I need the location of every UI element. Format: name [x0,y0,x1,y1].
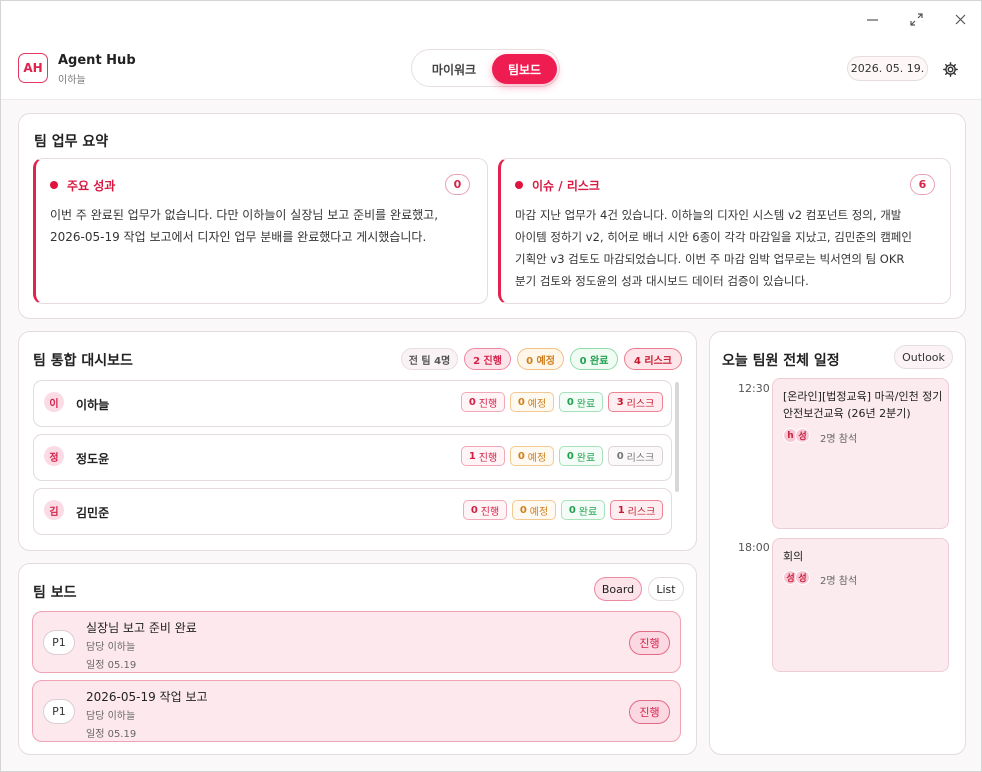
outlook-button[interactable]: Outlook [894,345,953,369]
member-row[interactable]: 정 정도윤 1 진행 0 예정 0 완료 0 리스크 [33,434,672,481]
event-attendees: 2명 참석 [820,434,858,445]
event-title: [온라인][법정교육] 마곡/인천 정기 안전보건교육 (26년 2분기) [783,390,943,420]
count-progress: 0 진행 [463,500,507,520]
task-due: 일정 05.19 [86,660,137,671]
achievements-panel: 주요 성과 0 이번 주 완료된 업무가 없습니다. 다만 이하늘이 실장님 보… [33,158,488,304]
member-name: 김민준 [76,506,110,520]
status-badge[interactable]: 진행 [629,700,670,724]
date-badge[interactable]: 2026. 05. 19. [847,56,928,81]
issues-panel: 이슈 / 리스크 6 마감 지난 업무가 4건 있습니다. 이하늘의 디자인 시… [498,158,951,304]
filter-planned[interactable]: 0 예정 [517,348,564,370]
task-owner: 담당 이하늘 [86,711,136,722]
count-done: 0 완료 [559,392,603,412]
issues-text: 마감 지난 업무가 4건 있습니다. 이하늘의 디자인 시스템 v2 컴포넌트 … [515,208,912,288]
tab-teamboard[interactable]: 팀보드 [492,54,557,84]
count-risk: 0 리스크 [608,446,663,466]
event-attendees: 2명 참석 [820,576,858,587]
gear-icon[interactable] [942,61,959,78]
achievements-count: 0 [445,174,470,195]
priority-badge: P1 [43,699,75,724]
achievements-text: 이번 주 완료된 업무가 없습니다. 다만 이하늘이 실장님 보고 준비를 완료… [50,208,439,244]
event-title: 회의 [783,550,804,563]
minimize-icon[interactable] [860,9,884,29]
team-schedule-card: 오늘 팀원 전체 일정 Outlook 12:30 [온라인][법정교육] 마곡… [709,331,966,755]
count-risk: 3 리스크 [608,392,663,412]
count-done: 0 완료 [561,500,605,520]
team-board-card: 팀 보드 Board List P1 실장님 보고 준비 완료 담당 이하늘 일… [18,563,697,755]
filter-progress[interactable]: 2 진행 [464,348,511,370]
issues-title: 이슈 / 리스크 [532,179,600,193]
event-card[interactable]: 회의 성 성 2명 참석 [772,538,949,672]
avatar: 김 [44,500,64,520]
app-window: AH Agent Hub 이하늘 마이워크 팀보드 2026. 05. 19. … [0,0,982,772]
count-done: 0 완료 [559,446,603,466]
status-badge[interactable]: 진행 [629,631,670,655]
task-due: 일정 05.19 [86,729,137,740]
event-time: 12:30 [738,382,770,395]
task-card[interactable]: P1 2026-05-19 작업 보고 담당 이하늘 일정 05.19 진행 [32,680,681,742]
team-dashboard-card: 팀 통합 대시보드 전 팀 4명 2 진행 0 예정 0 완료 4 리스크 이 … [18,331,697,551]
achievement-dot [50,181,58,189]
filter-team[interactable]: 전 팀 4명 [401,348,458,370]
avatar: 성 [795,428,810,443]
event-card[interactable]: [온라인][법정교육] 마곡/인천 정기 안전보건교육 (26년 2분기) h … [772,378,949,529]
avatar: 성 [795,570,810,585]
dashboard-title: 팀 통합 대시보드 [33,353,133,369]
user-name: 이하늘 [58,75,86,86]
member-row[interactable]: 김 김민준 0 진행 0 예정 0 완료 1 리스크 [33,488,672,535]
team-summary-card: 팀 업무 요약 주요 성과 0 이번 주 완료된 업무가 없습니다. 다만 이하… [18,113,966,319]
close-icon[interactable] [948,9,972,29]
summary-title: 팀 업무 요약 [34,134,109,150]
tab-mywork[interactable]: 마이워크 [420,56,488,82]
avatar: 이 [44,392,64,412]
count-progress: 1 진행 [461,446,505,466]
app-name: Agent Hub [58,53,136,68]
count-planned: 0 예정 [510,446,554,466]
issues-count: 6 [910,174,935,195]
app-logo: AH [18,53,48,83]
count-progress: 0 진행 [461,392,505,412]
task-title: 2026-05-19 작업 보고 [86,690,208,704]
achievements-title: 주요 성과 [67,179,116,193]
count-planned: 0 예정 [512,500,556,520]
title-bar [1,1,981,37]
view-switcher: 마이워크 팀보드 [411,49,560,87]
maximize-icon[interactable] [904,9,928,29]
event-time: 18:00 [738,541,770,554]
member-name: 이하늘 [76,398,110,412]
count-planned: 0 예정 [510,392,554,412]
member-name: 정도윤 [76,452,110,466]
avatar: 정 [44,446,64,466]
board-title: 팀 보드 [33,585,77,601]
issue-dot [515,181,523,189]
filter-risk[interactable]: 4 리스크 [624,348,682,370]
task-owner: 담당 이하늘 [86,642,136,653]
schedule-title: 오늘 팀원 전체 일정 [722,353,840,369]
count-risk: 1 리스크 [610,500,663,520]
view-board-button[interactable]: Board [594,577,642,601]
priority-badge: P1 [43,630,75,655]
scrollbar-thumb[interactable] [675,382,679,492]
app-header: AH Agent Hub 이하늘 마이워크 팀보드 2026. 05. 19. [1,37,981,100]
view-list-button[interactable]: List [648,577,684,601]
filter-done[interactable]: 0 완료 [570,348,618,370]
task-title: 실장님 보고 준비 완료 [86,621,197,635]
task-card[interactable]: P1 실장님 보고 준비 완료 담당 이하늘 일정 05.19 진행 [32,611,681,673]
member-row[interactable]: 이 이하늘 0 진행 0 예정 0 완료 3 리스크 [33,380,672,427]
